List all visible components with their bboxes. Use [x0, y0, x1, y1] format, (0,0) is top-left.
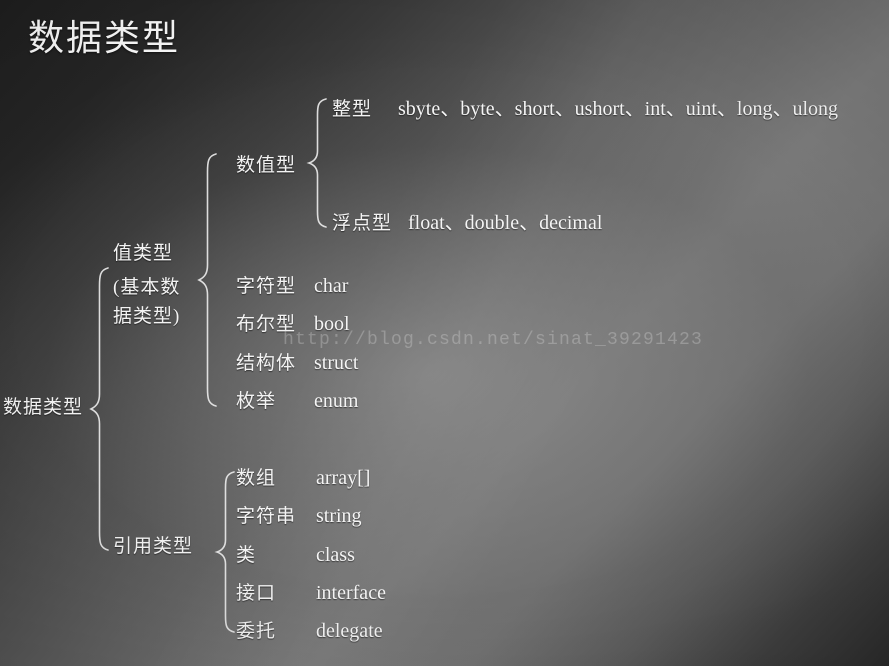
row-struct-type: 结构体 struct — [236, 348, 358, 375]
delegate-type-value: delegate — [316, 620, 383, 642]
brace-numeric-type — [306, 97, 330, 229]
watermark-text: http://blog.csdn.net/sinat_39291423 — [283, 330, 704, 350]
row-delegate-type: 委托 delegate — [236, 616, 383, 643]
class-type-label: 类 — [236, 545, 257, 566]
brace-value-type — [196, 152, 220, 408]
integer-type-label: 整型 — [332, 99, 373, 120]
float-type-label: 浮点型 — [332, 213, 393, 234]
value-type-label-line1: 值类型 — [113, 243, 174, 264]
brace-root — [88, 266, 112, 552]
row-string-type: 字符串 string — [236, 501, 362, 528]
class-type-value: class — [316, 544, 355, 566]
enum-type-label: 枚举 — [236, 391, 277, 412]
brace-reference-type — [214, 470, 238, 634]
value-type-label-line2: (基本数 — [113, 277, 181, 298]
array-type-value: array[] — [316, 467, 371, 489]
numeric-type-label: 数值型 — [236, 155, 297, 176]
row-interface-type: 接口 interface — [236, 578, 386, 605]
delegate-type-label: 委托 — [236, 621, 277, 642]
row-enum-type: 枚举 enum — [236, 386, 358, 413]
row-char-type: 字符型 char — [236, 271, 348, 298]
char-type-label: 字符型 — [236, 276, 297, 297]
interface-type-value: interface — [316, 582, 386, 604]
tree-root-label: 数据类型 — [3, 397, 84, 418]
char-type-value: char — [314, 275, 349, 297]
float-type-values: float、double、decimal — [408, 212, 603, 234]
struct-type-value: struct — [314, 352, 359, 374]
enum-type-value: enum — [314, 390, 359, 412]
value-type-label-line3: 据类型) — [113, 306, 181, 327]
struct-type-label: 结构体 — [236, 353, 297, 374]
integer-type-values: sbyte、byte、short、ushort、int、uint、long、ul… — [398, 98, 839, 120]
row-class-type: 类 class — [236, 540, 355, 567]
row-float-types: 浮点型 float、double、decimal — [332, 206, 602, 235]
page-title: 数据类型 — [28, 18, 181, 58]
array-type-label: 数组 — [236, 468, 277, 489]
row-array-type: 数组 array[] — [236, 463, 370, 490]
slide-canvas: 数据类型 数据类型 值类型 (基本数 据类型) 数值型 整型 sbyte、byt… — [0, 0, 889, 666]
string-type-label: 字符串 — [236, 506, 297, 527]
reference-type-label: 引用类型 — [113, 536, 194, 557]
string-type-value: string — [316, 505, 362, 527]
interface-type-label: 接口 — [236, 583, 277, 604]
row-integer-types: 整型 sbyte、byte、short、ushort、int、uint、long… — [332, 92, 838, 121]
